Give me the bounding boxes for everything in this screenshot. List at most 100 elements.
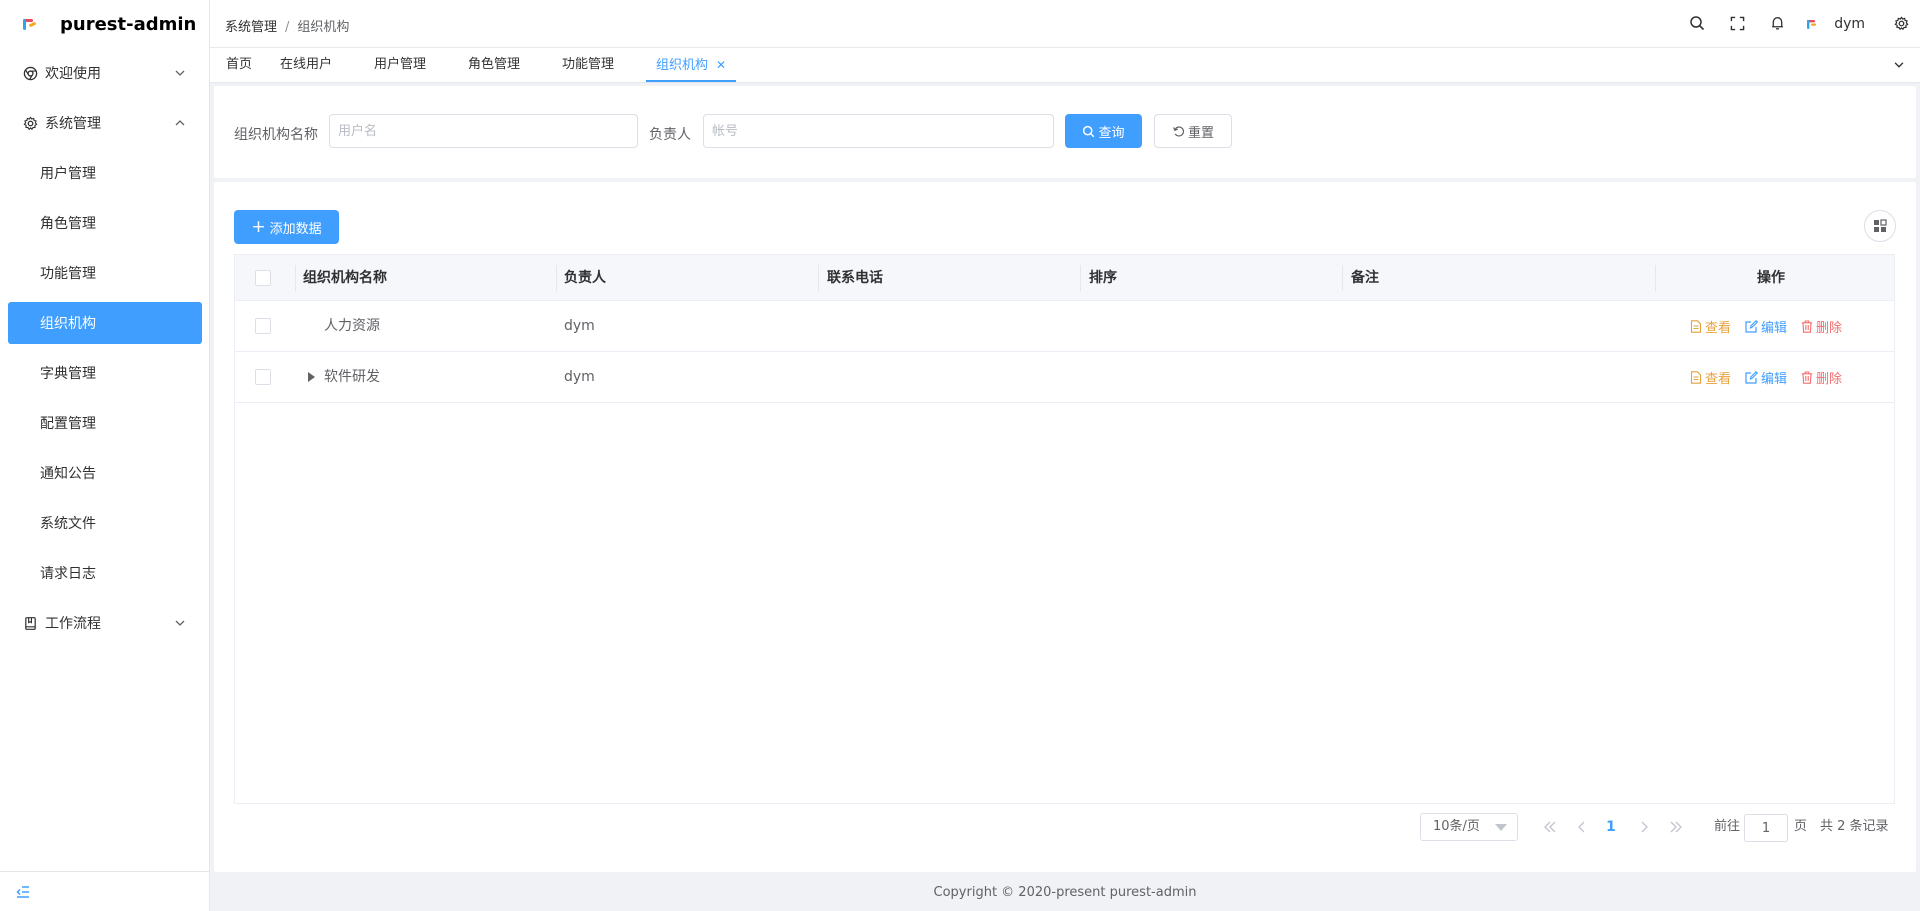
sidebar-item-label: 字典管理: [40, 366, 96, 382]
page-size-select[interactable]: 10条/页: [1420, 813, 1518, 841]
sidebar-item-label: 请求日志: [40, 566, 96, 582]
tab-label: 组织机构: [656, 58, 709, 73]
logo[interactable]: purest-admin: [0, 0, 209, 48]
user-menu[interactable]: dym: [1806, 12, 1865, 36]
sidebar-item-label: 组织机构: [40, 316, 96, 332]
column-settings-button[interactable]: [1864, 210, 1896, 242]
column-header[interactable]: 备注: [1351, 255, 1379, 301]
sidebar-item-organization[interactable]: 组织机构: [8, 302, 202, 344]
sidebar-item-files[interactable]: 系统文件: [8, 502, 202, 544]
sidebar-item-role-mgmt[interactable]: 角色管理: [8, 202, 202, 244]
delete-button[interactable]: 删除: [1801, 317, 1842, 336]
page-unit-label: 页: [1794, 819, 1808, 834]
chevron-down-icon: [175, 70, 185, 76]
query-button-label: 查询: [1098, 125, 1125, 141]
select-all-checkbox[interactable]: [255, 270, 271, 286]
breadcrumb-item[interactable]: 系统管理: [225, 20, 277, 35]
first-page-icon[interactable]: [1540, 813, 1560, 841]
gear-icon: [22, 115, 38, 131]
edit-button[interactable]: 编辑: [1745, 317, 1787, 336]
tab-label: 在线用户: [280, 57, 333, 72]
fullscreen-icon[interactable]: [1728, 14, 1746, 32]
goto-page-input[interactable]: [1744, 814, 1788, 842]
search-icon[interactable]: [1688, 14, 1706, 32]
breadcrumb: 系统管理 / 组织机构: [225, 16, 349, 35]
last-page-icon[interactable]: [1666, 813, 1686, 841]
delete-label: 删除: [1816, 372, 1843, 387]
sidebar-item-notice[interactable]: 通知公告: [8, 452, 202, 494]
tab-user-mgmt[interactable]: 用户管理: [374, 48, 426, 82]
add-data-label: 添加数据: [269, 221, 322, 237]
edit-icon: [1745, 320, 1759, 333]
row-actions: 查看 编辑 删除: [1690, 352, 1856, 403]
sidebar-item-label: 通知公告: [40, 466, 96, 482]
add-data-button[interactable]: + 添加数据: [234, 210, 339, 244]
column-divider: [556, 265, 557, 291]
sidebar-item-label: 系统管理: [45, 116, 101, 132]
page-number-current[interactable]: 1: [1606, 813, 1616, 841]
tab-home[interactable]: 首页: [226, 48, 252, 82]
sidebar-item-label: 用户管理: [40, 166, 96, 182]
column-header[interactable]: 排序: [1089, 255, 1117, 301]
trash-icon: [1801, 320, 1813, 333]
avatar: [1806, 17, 1820, 31]
tab-organization[interactable]: 组织机构 ✕: [646, 48, 737, 82]
breadcrumb-current: 组织机构: [297, 20, 350, 35]
tab-function-mgmt[interactable]: 功能管理: [562, 48, 614, 82]
table-card: + 添加数据 组织机构名称 负责人 联系电话 排序 备注 操作 人力资源 dym: [214, 182, 1916, 872]
bell-icon[interactable]: [1768, 14, 1786, 32]
sidebar-item-workflow[interactable]: 工作流程: [8, 602, 202, 644]
edit-label: 编辑: [1761, 372, 1788, 387]
view-label: 查看: [1705, 321, 1732, 336]
sidebar-collapse-button[interactable]: [0, 871, 210, 911]
search-icon: [1083, 125, 1095, 137]
top-header: 系统管理 / 组织机构 dym: [210, 0, 1920, 48]
sidebar-item-function-mgmt[interactable]: 功能管理: [8, 252, 202, 294]
settings-icon[interactable]: [1892, 14, 1910, 32]
view-label: 查看: [1705, 372, 1732, 387]
view-button[interactable]: 查看: [1690, 317, 1731, 336]
sidebar-item-system[interactable]: 系统管理: [8, 102, 202, 144]
next-page-icon[interactable]: [1634, 813, 1654, 841]
column-header[interactable]: 联系电话: [827, 255, 883, 301]
sidebar-item-label: 系统文件: [40, 516, 96, 532]
row-checkbox[interactable]: [255, 318, 271, 334]
grid-icon: [1874, 219, 1887, 232]
query-button[interactable]: 查询: [1065, 114, 1142, 148]
sidebar-item-user-mgmt[interactable]: 用户管理: [8, 152, 202, 194]
column-header[interactable]: 组织机构名称: [303, 255, 387, 301]
close-icon[interactable]: ✕: [716, 58, 726, 72]
tab-online-users[interactable]: 在线用户: [280, 48, 332, 82]
tab-role-mgmt[interactable]: 角色管理: [468, 48, 520, 82]
reset-button[interactable]: 重置: [1154, 114, 1232, 148]
sidebar-item-config[interactable]: 配置管理: [8, 402, 202, 444]
row-checkbox[interactable]: [255, 369, 271, 385]
column-header[interactable]: 负责人: [564, 255, 606, 301]
column-divider: [1655, 265, 1656, 291]
sidebar-item-request-log[interactable]: 请求日志: [8, 552, 202, 594]
search-form: 组织机构名称 负责人 查询 重置: [214, 86, 1916, 178]
sidebar-item-dictionary[interactable]: 字典管理: [8, 352, 202, 394]
trash-icon: [1801, 371, 1813, 384]
page-size-value: 10条/页: [1433, 819, 1480, 834]
org-name-cell: 人力资源: [324, 318, 380, 334]
logo-mark-icon: [22, 15, 40, 33]
sidebar-item-welcome[interactable]: 欢迎使用: [8, 52, 202, 94]
leader-label: 负责人: [649, 127, 691, 143]
tab-label: 功能管理: [562, 57, 615, 72]
table-row: 软件研发 dym 查看 编辑 删除: [235, 352, 1894, 403]
view-button[interactable]: 查看: [1690, 368, 1731, 387]
chevron-up-icon: [175, 120, 185, 126]
expand-row-icon[interactable]: [308, 372, 315, 382]
org-name-input[interactable]: [329, 114, 638, 148]
prev-page-icon[interactable]: [1572, 813, 1592, 841]
chevron-down-icon[interactable]: [1892, 58, 1906, 76]
column-divider: [295, 265, 296, 291]
tab-label: 首页: [226, 57, 253, 72]
username: dym: [1834, 16, 1865, 32]
chevron-down-icon: [175, 620, 185, 626]
leader-input[interactable]: [703, 114, 1054, 148]
chrome-icon: [22, 65, 38, 81]
delete-button[interactable]: 删除: [1801, 368, 1842, 387]
edit-button[interactable]: 编辑: [1745, 368, 1787, 387]
